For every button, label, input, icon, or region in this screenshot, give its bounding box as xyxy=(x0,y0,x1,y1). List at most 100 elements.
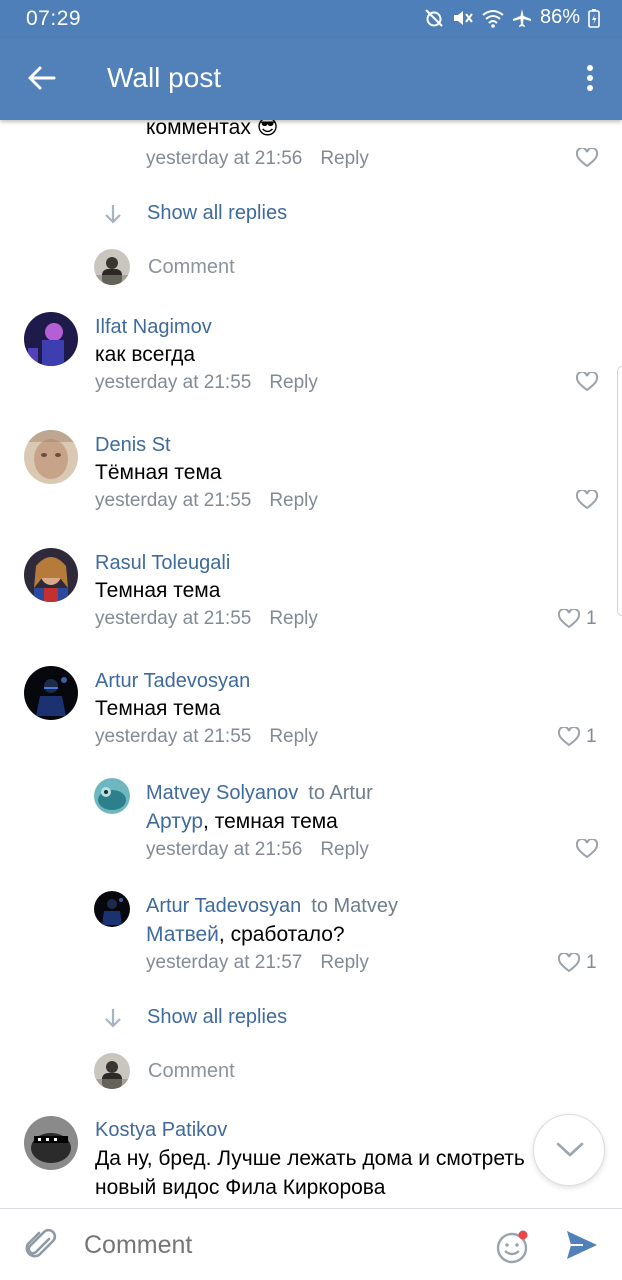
reply-button[interactable]: Reply xyxy=(320,148,369,169)
reply-to-label[interactable]: to Matvey xyxy=(311,895,398,917)
like-count: 1 xyxy=(586,726,597,747)
reply-author: Matvey Solyanov to Artur xyxy=(146,782,373,805)
comment-text: Артур, темная тема xyxy=(146,810,338,833)
mention-link[interactable]: Матвей xyxy=(146,923,219,946)
avatar[interactable] xyxy=(94,778,130,814)
comment-text: Темная тема xyxy=(95,697,221,720)
author-name[interactable]: Ilfat Nagimov xyxy=(95,316,212,339)
sunglasses-emoji: 😎 xyxy=(256,120,279,139)
comment-meta: yesterday at 21:55 Reply xyxy=(95,608,318,630)
scroll-down-button[interactable] xyxy=(533,1114,605,1186)
comment-text: Матвей, сработало? xyxy=(146,923,345,946)
comment-action-label: Comment xyxy=(148,255,235,278)
back-arrow-icon[interactable] xyxy=(26,62,58,94)
like-count: 1 xyxy=(586,608,597,629)
heart-icon xyxy=(558,727,580,747)
battery-icon xyxy=(588,8,600,28)
comment-meta: yesterday at 21:55 Reply xyxy=(95,490,318,512)
reply-button[interactable]: Reply xyxy=(269,726,318,747)
status-bar: 07:29 86% xyxy=(0,0,622,38)
comment-time: yesterday at 21:57 xyxy=(146,952,303,973)
reply-button[interactable]: Reply xyxy=(269,608,318,629)
show-all-replies-button[interactable]: Show all replies xyxy=(103,1006,287,1029)
comment-text: Тёмная тема xyxy=(95,461,222,484)
reply-comment-field[interactable]: Comment xyxy=(94,249,235,285)
show-all-replies-button[interactable]: Show all replies xyxy=(103,202,287,225)
avatar[interactable] xyxy=(24,312,78,366)
comment-text: Темная тема xyxy=(95,579,221,602)
comment-text: как всегда xyxy=(95,343,196,366)
comment-time: yesterday at 21:55 xyxy=(95,372,252,393)
avatar[interactable] xyxy=(94,891,130,927)
author-name[interactable]: Rasul Toleugali xyxy=(95,552,230,575)
comment-input-bar xyxy=(0,1208,622,1280)
comment-text: Да ну, бред. Лучше лежать дома и смотрет… xyxy=(95,1147,525,1170)
more-menu-icon[interactable] xyxy=(578,60,602,96)
author-name[interactable]: Matvey Solyanov xyxy=(146,782,298,804)
like-button[interactable]: 1 xyxy=(558,608,597,630)
comment-meta: yesterday at 21:56 Reply xyxy=(146,148,369,170)
comment-time: yesterday at 21:55 xyxy=(95,490,252,511)
like-button[interactable] xyxy=(576,490,604,510)
comment-text: новый видос Фила Киркорова xyxy=(95,1176,386,1199)
author-name[interactable]: Denis St xyxy=(95,434,171,457)
show-all-replies-label: Show all replies xyxy=(147,202,288,224)
like-count: 1 xyxy=(586,952,597,973)
paperclip-icon[interactable] xyxy=(24,1227,58,1263)
partial-comment-text: комментах 😎 xyxy=(146,120,279,140)
avatar[interactable] xyxy=(24,548,78,602)
comment-time: yesterday at 21:55 xyxy=(95,608,252,629)
reply-button[interactable]: Reply xyxy=(320,839,369,860)
author-name[interactable]: Artur Tadevosyan xyxy=(146,895,301,917)
mute-icon xyxy=(453,10,473,25)
comment-meta: yesterday at 21:56 Reply xyxy=(146,839,369,861)
wifi-icon xyxy=(482,9,504,28)
reply-button[interactable]: Reply xyxy=(269,372,318,393)
my-avatar xyxy=(94,1053,130,1089)
author-name[interactable]: Artur Tadevosyan xyxy=(95,670,250,693)
comments-feed[interactable]: комментах 😎 yesterday at 21:56 Reply Show… xyxy=(0,120,622,1208)
heart-icon xyxy=(576,490,598,510)
scroll-edge-indicator xyxy=(617,366,622,616)
mention-link[interactable]: Артур xyxy=(146,810,203,833)
reply-to-label[interactable]: to Artur xyxy=(308,782,372,804)
author-name[interactable]: Kostya Patikov xyxy=(95,1119,227,1142)
status-icons: 86% xyxy=(424,6,600,29)
app-bar: Wall post xyxy=(0,38,622,120)
avatar[interactable] xyxy=(24,430,78,484)
battery-percent: 86% xyxy=(539,6,580,28)
sticker-icon[interactable] xyxy=(495,1229,531,1265)
heart-icon xyxy=(576,372,598,392)
alarm-off-icon xyxy=(425,8,443,27)
avatar[interactable] xyxy=(24,1116,78,1170)
status-time: 07:29 xyxy=(26,7,82,30)
heart-icon xyxy=(558,609,580,629)
comment-time: yesterday at 21:56 xyxy=(146,148,303,169)
comment-time: yesterday at 21:55 xyxy=(95,726,252,747)
heart-icon xyxy=(576,148,598,168)
arrow-down-icon xyxy=(105,204,121,224)
reply-author: Artur Tadevosyan to Matvey xyxy=(146,895,398,918)
like-button[interactable] xyxy=(576,372,604,392)
show-all-replies-label: Show all replies xyxy=(147,1006,288,1028)
send-icon[interactable] xyxy=(565,1229,599,1261)
avatar[interactable] xyxy=(24,666,78,720)
chevron-down-icon xyxy=(556,1142,584,1157)
like-button[interactable]: 1 xyxy=(558,726,597,748)
reply-button[interactable]: Reply xyxy=(269,490,318,511)
page-title: Wall post xyxy=(107,62,222,93)
like-button[interactable]: 1 xyxy=(558,952,597,974)
like-button[interactable] xyxy=(576,839,604,859)
comment-input[interactable] xyxy=(84,1231,464,1260)
reply-comment-field[interactable]: Comment xyxy=(94,1053,235,1089)
my-avatar xyxy=(94,249,130,285)
arrow-down-icon xyxy=(105,1008,121,1028)
comment-time: yesterday at 21:56 xyxy=(146,839,303,860)
heart-icon xyxy=(576,839,598,859)
comment-meta: yesterday at 21:55 Reply xyxy=(95,372,318,394)
reply-button[interactable]: Reply xyxy=(320,952,369,973)
heart-icon xyxy=(558,953,580,973)
airplane-icon xyxy=(512,8,531,27)
like-button[interactable] xyxy=(576,148,598,168)
comment-meta: yesterday at 21:55 Reply xyxy=(95,726,318,748)
